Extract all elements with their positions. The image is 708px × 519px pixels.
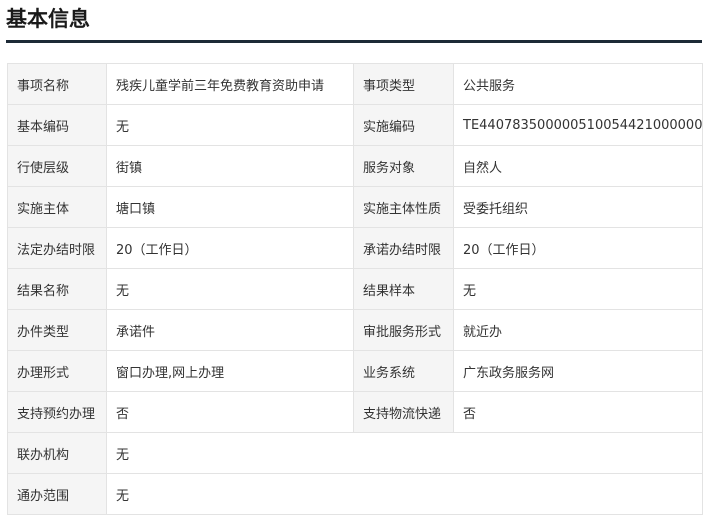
field-label: 服务对象 [353, 145, 454, 187]
field-value: 无 [106, 432, 703, 474]
field-value: 无 [106, 473, 703, 515]
field-label: 实施主体性质 [353, 186, 454, 228]
table-row: 实施主体 塘口镇 实施主体性质 受委托组织 [7, 186, 703, 228]
field-value: 无 [106, 268, 354, 310]
field-label: 结果样本 [353, 268, 454, 310]
field-label: 业务系统 [353, 350, 454, 392]
field-label: 通办范围 [7, 473, 107, 515]
field-label: 实施主体 [7, 186, 107, 228]
field-label: 事项名称 [7, 63, 107, 105]
field-value: 20（工作日） [106, 227, 354, 269]
field-label: 行使层级 [7, 145, 107, 187]
field-value: 塘口镇 [106, 186, 354, 228]
section-header: 基本信息 [0, 0, 708, 44]
field-value: 受委托组织 [453, 186, 703, 228]
field-value: 自然人 [453, 145, 703, 187]
table-row: 结果名称 无 结果样本 无 [7, 268, 703, 310]
table-row: 事项名称 残疾儿童学前三年免费教育资助申请 事项类型 公共服务 [7, 63, 703, 105]
field-label: 实施编码 [353, 104, 454, 146]
table-row: 支持预约办理 否 支持物流快递 否 [7, 391, 703, 433]
table-row: 办件类型 承诺件 审批服务形式 就近办 [7, 309, 703, 351]
field-value: 残疾儿童学前三年免费教育资助申请 [106, 63, 354, 105]
field-value: 公共服务 [453, 63, 703, 105]
table-row: 通办范围 无 [7, 473, 703, 515]
basic-info-table: 事项名称 残疾儿童学前三年免费教育资助申请 事项类型 公共服务 基本编码 无 实… [7, 63, 703, 515]
field-label: 支持预约办理 [7, 391, 107, 433]
field-value: 承诺件 [106, 309, 354, 351]
field-label: 基本编码 [7, 104, 107, 146]
field-label: 支持物流快递 [353, 391, 454, 433]
field-label: 法定办结时限 [7, 227, 107, 269]
field-label: 事项类型 [353, 63, 454, 105]
title-underline [6, 40, 702, 43]
field-label: 办件类型 [7, 309, 107, 351]
section-title: 基本信息 [6, 7, 90, 31]
field-value: TE440783500000510054421000000056 [453, 104, 703, 146]
field-value: 无 [453, 268, 703, 310]
table-row: 办理形式 窗口办理,网上办理 业务系统 广东政务服务网 [7, 350, 703, 392]
table-row: 基本编码 无 实施编码 TE44078350000051005442100000… [7, 104, 703, 146]
table-row: 法定办结时限 20（工作日） 承诺办结时限 20（工作日） [7, 227, 703, 269]
field-value: 广东政务服务网 [453, 350, 703, 392]
field-value: 否 [453, 391, 703, 433]
field-value: 窗口办理,网上办理 [106, 350, 354, 392]
field-value: 无 [106, 104, 354, 146]
field-value: 否 [106, 391, 354, 433]
field-label: 结果名称 [7, 268, 107, 310]
table-row: 行使层级 街镇 服务对象 自然人 [7, 145, 703, 187]
field-label: 审批服务形式 [353, 309, 454, 351]
table-row: 联办机构 无 [7, 432, 703, 474]
field-label: 承诺办结时限 [353, 227, 454, 269]
field-value: 就近办 [453, 309, 703, 351]
field-label: 联办机构 [7, 432, 107, 474]
field-value: 街镇 [106, 145, 354, 187]
field-value: 20（工作日） [453, 227, 703, 269]
field-label: 办理形式 [7, 350, 107, 392]
